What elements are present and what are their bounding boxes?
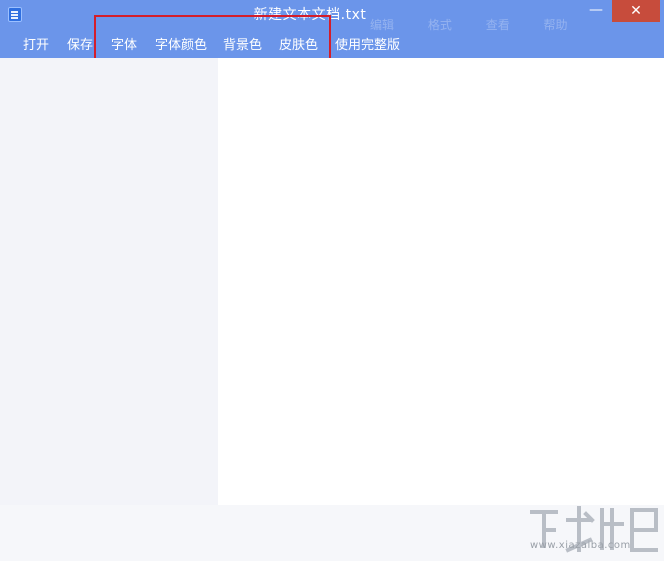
watermark-url: www.xiazaiba.com	[530, 540, 631, 551]
minimize-button[interactable]: —	[580, 0, 612, 22]
faded-menu-item: 格式	[427, 18, 452, 32]
menu-save[interactable]: 保存	[67, 34, 93, 53]
menu-skin-color[interactable]: 皮肤色	[279, 34, 318, 53]
text-editor[interactable]	[218, 58, 664, 505]
faded-menu-item: 查看	[485, 18, 510, 32]
close-button[interactable]: ✕	[612, 0, 660, 22]
title-bar: 新建文本文档.txt 编辑 格式 查看 帮助 — ✕ 打开 保存 字体 字体颜色…	[0, 0, 664, 58]
menu-font-color[interactable]: 字体颜色	[155, 34, 207, 53]
menu-open[interactable]: 打开	[23, 34, 49, 53]
faded-menu-item: 帮助	[543, 18, 568, 32]
faded-menu-item: 编辑	[370, 18, 395, 32]
close-icon: ✕	[630, 3, 642, 19]
menu-full-version[interactable]: 使用完整版	[335, 34, 400, 53]
minimize-icon: —	[589, 2, 603, 18]
menu-background-color[interactable]: 背景色	[223, 34, 262, 53]
app-window: 新建文本文档.txt 编辑 格式 查看 帮助 — ✕ 打开 保存 字体 字体颜色…	[0, 0, 664, 561]
left-panel	[0, 58, 218, 505]
faded-menu-underlay: 编辑 格式 查看 帮助	[370, 16, 598, 33]
menu-font[interactable]: 字体	[111, 34, 137, 53]
